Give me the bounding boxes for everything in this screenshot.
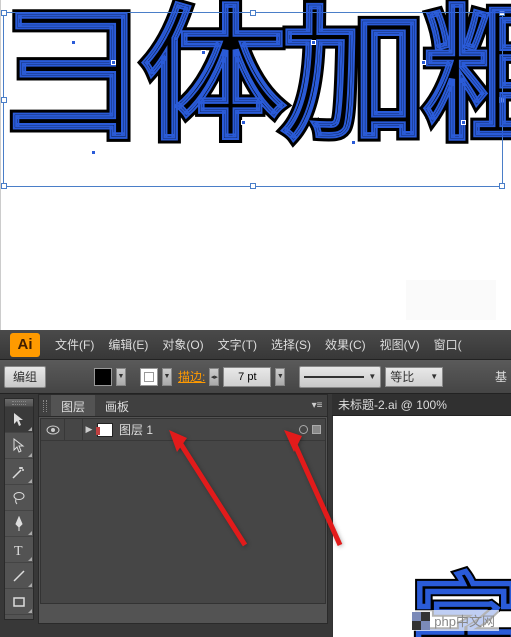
line-icon [11, 568, 27, 584]
layer-thumbnail [97, 423, 113, 437]
document-canvas[interactable]: 字 字 [332, 416, 511, 637]
anchor-point[interactable] [91, 150, 96, 155]
blurred-region [406, 280, 496, 320]
watermark-text: php中文网 [434, 611, 495, 630]
resize-handle[interactable] [250, 183, 256, 189]
stroke-weight-dropdown-icon[interactable]: ▼ [275, 368, 285, 386]
fill-swatch[interactable] [94, 368, 112, 386]
expand-toggle-icon[interactable]: ▶ [83, 424, 95, 435]
selection-type-label[interactable]: 编组 [4, 366, 46, 388]
menu-view[interactable]: 视图(V) [373, 332, 427, 357]
resize-handle[interactable] [1, 183, 7, 189]
menu-window[interactable]: 窗口( [427, 332, 469, 357]
resize-handle[interactable] [499, 183, 505, 189]
control-bar: 编组 ▼ ▼ 描边: ◂▸ ▼ ▼ 等比 ▼ 基 [0, 360, 511, 394]
pen-icon [11, 516, 27, 532]
menu-type[interactable]: 文字(T) [211, 332, 264, 357]
rectangle-icon [11, 594, 27, 610]
anchor-point[interactable] [71, 40, 76, 45]
menu-file[interactable]: 文件(F) [48, 332, 101, 357]
anchor-point[interactable] [111, 60, 116, 65]
stroke-label[interactable]: 描边: [178, 368, 205, 385]
selection-tool[interactable] [5, 407, 33, 433]
document-tab-bar: 未标题-2.ai @ 100% [332, 394, 511, 416]
outlined-text-paths[interactable]: ⺕体加粗 [1, 4, 511, 149]
tab-layers[interactable]: 图层 [51, 395, 95, 416]
svg-text:T: T [14, 544, 23, 558]
lock-toggle[interactable] [65, 419, 83, 441]
menu-object[interactable]: 对象(O) [155, 332, 210, 357]
direct-selection-tool[interactable] [5, 433, 33, 459]
wand-icon [11, 464, 27, 480]
cursor-icon [11, 412, 27, 428]
pen-tool[interactable] [5, 511, 33, 537]
visibility-toggle[interactable] [41, 419, 65, 441]
document-tab[interactable]: 未标题-2.ai @ 100% [338, 396, 447, 413]
lasso-icon [11, 490, 27, 506]
line-tool[interactable] [5, 563, 33, 589]
annotation-arrow [280, 430, 350, 555]
stroke-swatch[interactable] [140, 368, 158, 386]
type-tool[interactable]: T [5, 537, 33, 563]
anchor-point[interactable] [201, 50, 206, 55]
illustrator-window: Ai 文件(F) 编辑(E) 对象(O) 文字(T) 选择(S) 效果(C) 视… [0, 330, 511, 637]
stroke-weight-stepper-icon[interactable]: ◂▸ [209, 368, 219, 386]
panel-tab-bar: 图层 画板 ▾≡ [39, 395, 327, 417]
layer-name-label[interactable]: 图层 1 [119, 421, 153, 438]
panel-grip-icon[interactable] [39, 395, 51, 416]
watermark: php中文网 [408, 610, 499, 631]
lasso-tool[interactable] [5, 485, 33, 511]
menu-select[interactable]: 选择(S) [264, 332, 318, 357]
type-icon: T [11, 542, 27, 558]
align-label: 基 [495, 368, 507, 385]
menu-edit[interactable]: 编辑(E) [101, 332, 155, 357]
eye-icon [46, 425, 60, 435]
watermark-logo-icon [412, 612, 430, 630]
tab-artboards[interactable]: 画板 [95, 395, 139, 416]
variable-width-profile-dropdown[interactable]: 等比 ▼ [385, 367, 443, 387]
annotation-arrow [165, 430, 255, 555]
anchor-point[interactable] [351, 140, 356, 145]
app-logo-icon: Ai [10, 333, 40, 357]
stroke-weight-input[interactable] [223, 367, 271, 387]
panel-dock: 图层 画板 ▾≡ ▶ 图层 1 [34, 394, 511, 637]
scale-label: 等比 [390, 368, 414, 385]
anchor-point[interactable] [311, 40, 316, 45]
cursor-outline-icon [11, 438, 27, 454]
document-area: 未标题-2.ai @ 100% 字 字 [332, 394, 511, 637]
menu-effect[interactable]: 效果(C) [318, 332, 373, 357]
tools-panel: T [4, 398, 34, 620]
brush-definition-dropdown[interactable]: ▼ [299, 366, 381, 388]
fill-dropdown-icon[interactable]: ▼ [116, 368, 126, 386]
magic-wand-tool[interactable] [5, 459, 33, 485]
menubar: Ai 文件(F) 编辑(E) 对象(O) 文字(T) 选择(S) 效果(C) 视… [0, 330, 511, 360]
stroke-dropdown-icon[interactable]: ▼ [162, 368, 172, 386]
rectangle-tool[interactable] [5, 589, 33, 615]
workspace: T 图层 画板 ▾≡ [0, 394, 511, 637]
panel-menu-icon[interactable]: ▾≡ [307, 395, 327, 416]
anchor-point[interactable] [461, 120, 466, 125]
anchor-point[interactable] [241, 120, 246, 125]
chevron-down-icon: ▼ [430, 372, 438, 381]
illustrator-artboard-preview: ⺕体加粗 ⺕体加粗 [0, 0, 511, 330]
anchor-point[interactable] [421, 60, 426, 65]
panel-grip[interactable] [5, 399, 33, 407]
